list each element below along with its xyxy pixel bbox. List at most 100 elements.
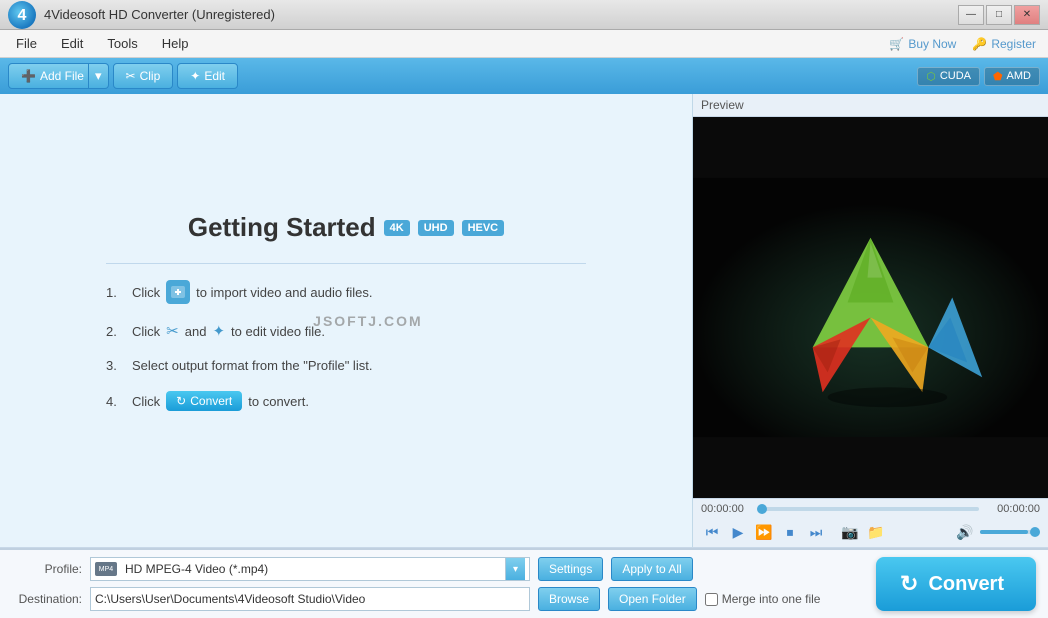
menu-tools[interactable]: Tools	[95, 32, 149, 55]
step-3-text: Select output format from the "Profile" …	[132, 358, 372, 373]
step-1-pre: Click	[132, 285, 160, 300]
amd-icon: ⬟	[993, 70, 1003, 83]
toolbar: ➕ Add File ▾ ✂ Clip ✦ Edit ⬡ CUDA ⬟ AMD	[0, 58, 1048, 94]
preview-panel: Preview	[692, 94, 1048, 547]
wand-step-icon: ✦	[212, 322, 225, 340]
gs-step-2: 2. Click ✂ and ✦ to edit video file.	[106, 322, 586, 340]
skip-end-button[interactable]: ⏭	[805, 521, 827, 543]
minimize-button[interactable]: —	[958, 5, 984, 25]
controls-row: ⏮ ▶ ⏩ ⏹ ⏭ 📷 📁 🔊	[701, 521, 1040, 543]
step-3-num: 3.	[106, 358, 126, 373]
step-2-post: to edit video file.	[231, 324, 325, 339]
scissors-step-icon: ✂	[166, 322, 179, 340]
preview-video	[693, 117, 1048, 498]
badge-uhd: UHD	[418, 220, 454, 236]
gs-divider	[106, 263, 586, 264]
register-link[interactable]: 🔑 Register	[972, 37, 1036, 51]
profile-format-icon: MP4	[95, 562, 117, 576]
folder-button[interactable]: 📁	[865, 521, 887, 543]
menu-edit[interactable]: Edit	[49, 32, 95, 55]
menu-bar: File Edit Tools Help 🛒 Buy Now 🔑 Registe…	[0, 30, 1048, 58]
getting-started-panel: JSOFTJ.COM Getting Started 4K UHD HEVC 1…	[0, 94, 692, 547]
profile-select[interactable]: MP4 HD MPEG-4 Video (*.mp4) ▾	[90, 557, 530, 581]
add-file-group: ➕ Add File ▾	[8, 63, 109, 89]
step-2-num: 2.	[106, 324, 126, 339]
profile-dropdown-arrow[interactable]: ▾	[505, 558, 525, 580]
add-file-dropdown-button[interactable]: ▾	[89, 63, 109, 89]
progress-thumb[interactable]	[757, 504, 767, 514]
bottom-bar: Profile: MP4 HD MPEG-4 Video (*.mp4) ▾ S…	[0, 548, 1048, 618]
badge-4k: 4K	[384, 220, 410, 236]
step-4-num: 4.	[106, 394, 126, 409]
gs-title: Getting Started	[188, 212, 376, 243]
buy-now-link[interactable]: 🛒 Buy Now	[889, 37, 956, 51]
convert-mini-icon: ↻	[176, 394, 186, 408]
step-4-pre: Click	[132, 394, 160, 409]
profile-label: Profile:	[12, 562, 82, 576]
edit-toolbar-icon: ✦	[190, 69, 200, 83]
fast-forward-button[interactable]: ⏩	[753, 521, 775, 543]
destination-row: Destination: Browse Open Folder Merge in…	[12, 587, 860, 611]
stop-button[interactable]: ⏹	[779, 521, 801, 543]
profile-select-text: HD MPEG-4 Video (*.mp4)	[125, 562, 505, 576]
play-button[interactable]: ▶	[727, 521, 749, 543]
step-4-post: to convert.	[248, 394, 309, 409]
key-icon: 🔑	[972, 37, 987, 51]
edit-button[interactable]: ✦ Edit	[177, 63, 238, 89]
convert-icon: ↻	[900, 571, 918, 597]
title-bar: 4 4Videosoft HD Converter (Unregistered)…	[0, 0, 1048, 30]
destination-label: Destination:	[12, 592, 82, 606]
scissors-toolbar-icon: ✂	[126, 69, 136, 83]
progress-track[interactable]	[762, 507, 979, 511]
profile-section: Profile: MP4 HD MPEG-4 Video (*.mp4) ▾ S…	[12, 557, 860, 611]
cart-icon: 🛒	[889, 37, 904, 51]
gs-title-row: Getting Started 4K UHD HEVC	[188, 212, 504, 243]
progress-bar-row: 00:00:00 00:00:00	[701, 503, 1040, 515]
gs-step-1: 1. Click to import video and audio files…	[106, 280, 586, 304]
main-area: JSOFTJ.COM Getting Started 4K UHD HEVC 1…	[0, 94, 1048, 548]
badge-hevc: HEVC	[462, 220, 505, 236]
browse-button[interactable]: Browse	[538, 587, 600, 611]
merge-checkbox-row: Merge into one file	[705, 592, 821, 606]
step-2-pre: Click	[132, 324, 160, 339]
step-1-post: to import video and audio files.	[196, 285, 372, 300]
apply-to-all-button[interactable]: Apply to All	[611, 557, 692, 581]
open-folder-button[interactable]: Open Folder	[608, 587, 697, 611]
step-2-mid: and	[185, 324, 207, 339]
gs-steps: 1. Click to import video and audio files…	[106, 280, 586, 429]
menu-file[interactable]: File	[4, 32, 49, 55]
volume-thumb[interactable]	[1030, 527, 1040, 537]
menu-help[interactable]: Help	[150, 32, 201, 55]
volume-track[interactable]	[980, 530, 1040, 534]
svg-text:4: 4	[18, 7, 27, 24]
snapshot-button[interactable]: 📷	[839, 521, 861, 543]
gs-step-3: 3. Select output format from the "Profil…	[106, 358, 586, 373]
add-file-step-icon	[166, 280, 190, 304]
volume-area: 🔊	[954, 521, 1040, 543]
title-text: 4Videosoft HD Converter (Unregistered)	[44, 7, 958, 22]
cuda-badge: ⬡ CUDA	[917, 67, 980, 86]
video-controls: 00:00:00 00:00:00 ⏮ ▶ ⏩ ⏹ ⏭ 📷 📁 🔊	[693, 498, 1048, 547]
cuda-icon: ⬡	[926, 70, 936, 83]
convert-mini-button[interactable]: ↻ Convert	[166, 391, 242, 411]
add-file-button[interactable]: ➕ Add File	[8, 63, 89, 89]
big-convert-button[interactable]: ↻ Convert	[876, 557, 1036, 611]
settings-button[interactable]: Settings	[538, 557, 603, 581]
close-button[interactable]: ✕	[1014, 5, 1040, 25]
app-logo: 4	[8, 1, 36, 29]
skip-start-button[interactable]: ⏮	[701, 521, 723, 543]
maximize-button[interactable]: □	[986, 5, 1012, 25]
preview-label: Preview	[693, 94, 1048, 117]
preview-graphic	[693, 117, 1048, 498]
profile-row: Profile: MP4 HD MPEG-4 Video (*.mp4) ▾ S…	[12, 557, 860, 581]
window-controls: — □ ✕	[958, 5, 1040, 25]
step-1-num: 1.	[106, 285, 126, 300]
merge-checkbox[interactable]	[705, 593, 718, 606]
merge-label: Merge into one file	[722, 592, 821, 606]
clip-button[interactable]: ✂ Clip	[113, 63, 174, 89]
destination-input[interactable]	[90, 587, 530, 611]
add-file-icon: ➕	[21, 69, 36, 83]
volume-icon[interactable]: 🔊	[954, 521, 976, 543]
volume-fill	[980, 530, 1028, 534]
right-badges: ⬡ CUDA ⬟ AMD	[917, 67, 1040, 86]
